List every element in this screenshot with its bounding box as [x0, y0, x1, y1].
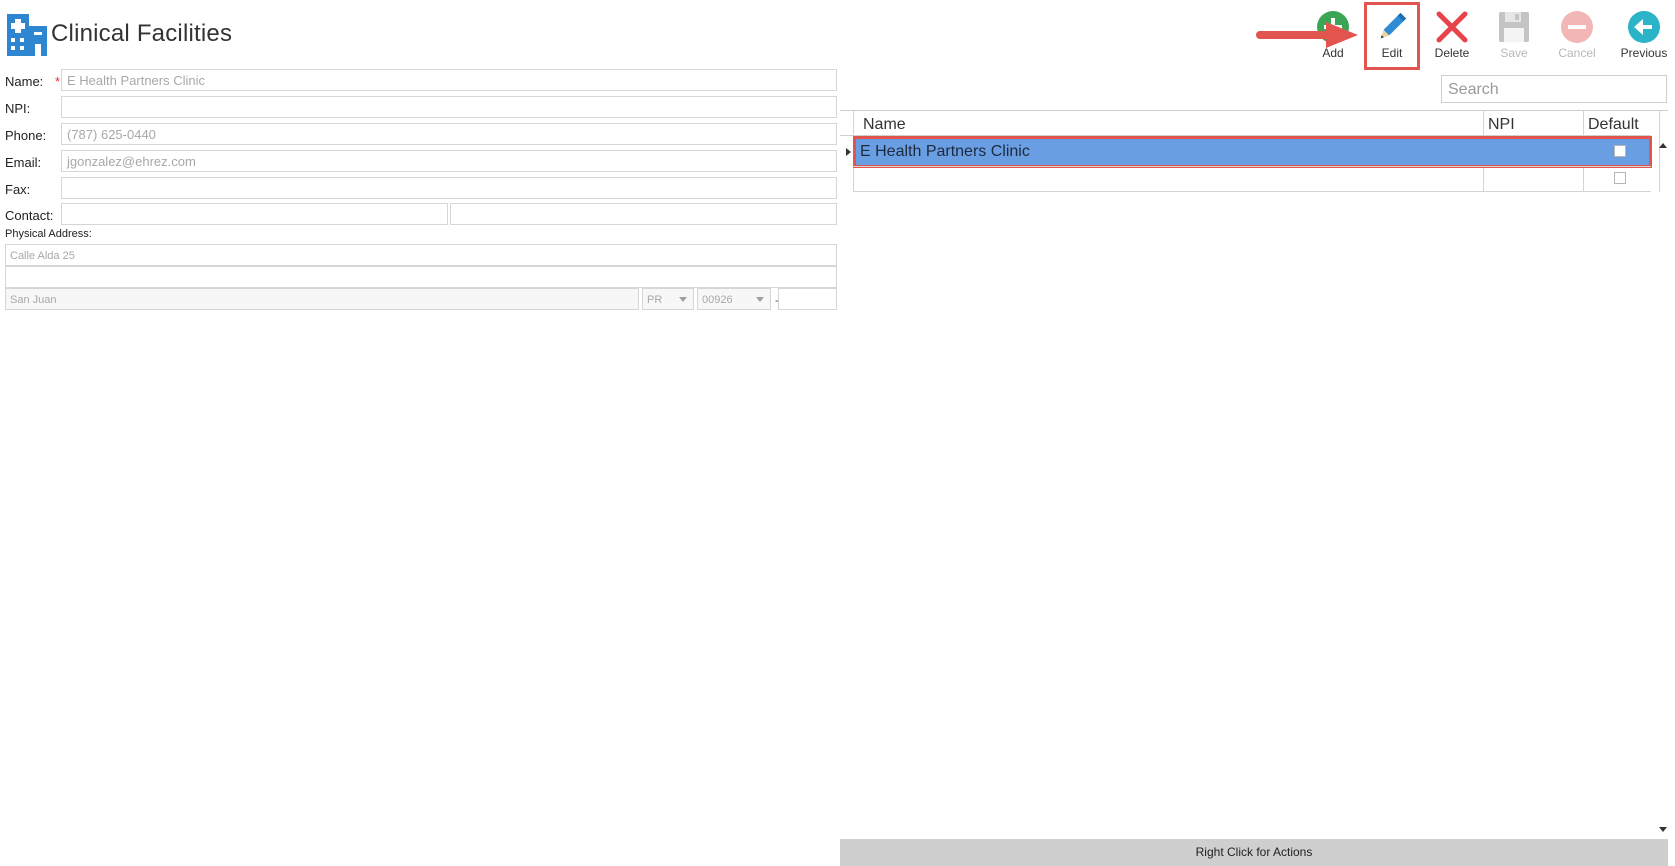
fax-field[interactable] [61, 177, 837, 199]
zip-value: 00926 [702, 294, 733, 306]
address-line2-field[interactable] [5, 266, 837, 288]
cancel-icon [1561, 11, 1593, 43]
edit-highlight-box [1364, 2, 1420, 70]
email-label: Email: [5, 155, 42, 170]
row-divider [853, 166, 1651, 167]
arrow-left-icon [1628, 11, 1660, 43]
status-bar: Right Click for Actions [840, 839, 1668, 866]
cancel-label: Cancel [1558, 46, 1596, 60]
state-value: PR [647, 294, 663, 306]
row-divider [853, 191, 1651, 192]
previous-label: Previous [1620, 46, 1668, 60]
contact-last-field[interactable] [450, 203, 837, 225]
row-highlight-box [853, 136, 1652, 168]
chevron-down-icon [756, 297, 764, 302]
column-header-npi[interactable]: NPI [1488, 116, 1515, 134]
fax-label: Fax: [5, 182, 31, 197]
red-arrow-annotation [1256, 22, 1358, 48]
search-input[interactable]: Search [1441, 75, 1667, 103]
address-line1-field[interactable]: Calle Alda 25 [5, 244, 837, 266]
state-select[interactable]: PR [642, 288, 694, 310]
column-separator [1659, 110, 1660, 192]
row-indicator-icon [846, 148, 851, 156]
physical-address-label: Physical Address: [5, 228, 92, 240]
floppy-disk-icon [1499, 12, 1529, 42]
email-field[interactable]: jgonzalez@ehrez.com [61, 150, 837, 172]
chevron-down-icon [679, 297, 687, 302]
default-checkbox[interactable] [1614, 172, 1626, 184]
phone-field[interactable]: (787) 625-0440 [61, 123, 837, 145]
page-title: Clinical Facilities [51, 20, 233, 47]
delete-button[interactable]: Delete [1424, 8, 1480, 66]
column-header-default[interactable]: Default [1588, 116, 1639, 134]
scroll-up-icon[interactable] [1659, 143, 1667, 148]
scroll-down-icon[interactable] [1659, 827, 1667, 832]
cancel-button[interactable]: Cancel [1549, 8, 1605, 66]
required-marker: * [55, 74, 61, 89]
delete-label: Delete [1434, 46, 1470, 60]
name-label: Name: [5, 74, 44, 89]
hospital-building-icon [7, 14, 47, 56]
contact-label: Contact: [5, 208, 54, 223]
city-field[interactable]: San Juan [5, 288, 639, 310]
save-label: Save [1500, 46, 1528, 60]
contact-first-field[interactable] [61, 203, 448, 225]
close-icon [1436, 11, 1468, 43]
name-field[interactable]: E Health Partners Clinic [61, 69, 837, 91]
phone-label: Phone: [5, 128, 47, 143]
column-header-name[interactable]: Name [863, 116, 906, 134]
zip-ext-field[interactable] [778, 288, 837, 310]
npi-field[interactable] [61, 96, 837, 118]
npi-label: NPI: [5, 101, 31, 116]
grid-border [840, 110, 1668, 111]
save-button[interactable]: Save [1486, 8, 1542, 66]
zip-select[interactable]: 00926 [697, 288, 771, 310]
previous-button[interactable]: Previous [1615, 8, 1673, 66]
